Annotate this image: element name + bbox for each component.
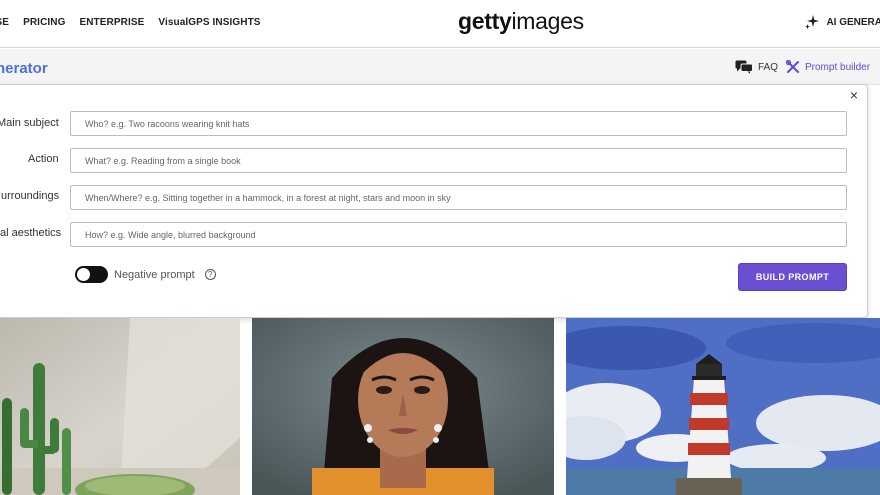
nav-link-pricing[interactable]: PRICING — [23, 17, 65, 28]
action-label: Action — [28, 153, 59, 165]
page-title: nerator — [0, 60, 48, 77]
faq-link[interactable]: FAQ — [735, 60, 778, 74]
cactus-illustration — [0, 318, 240, 495]
getty-images-logo[interactable]: gettyimages — [458, 8, 584, 35]
tools-icon — [786, 60, 799, 73]
main-subject-input[interactable] — [70, 111, 847, 136]
cactus-image[interactable] — [0, 318, 240, 495]
lighthouse-image[interactable] — [566, 318, 880, 495]
woman-portrait-image[interactable] — [252, 318, 554, 495]
prompt-builder-link[interactable]: Prompt builder — [786, 60, 870, 74]
surroundings-label: urroundings — [1, 190, 60, 202]
negative-prompt-toggle[interactable] — [75, 266, 108, 283]
nav-links: WSE PRICING ENTERPRISE VisualGPS INSIGHT… — [0, 17, 261, 28]
toggle-knob — [77, 268, 90, 281]
portrait-illustration — [252, 318, 554, 495]
surroundings-input[interactable] — [70, 185, 847, 210]
faq-label: FAQ — [758, 61, 779, 73]
chat-bubbles-icon — [735, 60, 753, 74]
main-subject-label: Main subject — [0, 117, 59, 129]
ai-generator-link[interactable]: AI GENERA — [804, 14, 880, 30]
ai-generator-label: AI GENERA — [826, 16, 880, 28]
nav-link-browse[interactable]: WSE — [0, 17, 9, 28]
prompt-builder-panel: × Main subject Action urroundings al aes… — [0, 84, 868, 318]
negative-prompt-control: Negative prompt ? — [75, 266, 216, 283]
nav-link-enterprise[interactable]: ENTERPRISE — [79, 17, 144, 28]
top-navigation: WSE PRICING ENTERPRISE VisualGPS INSIGHT… — [0, 0, 880, 48]
lighthouse-illustration — [566, 318, 880, 495]
logo-bold-text: getty — [458, 8, 512, 34]
negative-prompt-label: Negative prompt — [114, 268, 195, 281]
prompt-builder-label: Prompt builder — [805, 61, 871, 73]
aesthetics-label: al aesthetics — [0, 227, 62, 239]
action-input[interactable] — [70, 148, 847, 173]
aesthetics-input[interactable] — [70, 222, 847, 247]
build-prompt-button[interactable]: BUILD PROMPT — [738, 263, 847, 291]
generator-subheader: nerator FAQ Prompt builder — [0, 49, 880, 85]
logo-light-text: images — [511, 8, 584, 34]
nav-link-visualgps[interactable]: VisualGPS INSIGHTS — [158, 17, 260, 28]
help-icon[interactable]: ? — [204, 269, 216, 280]
close-icon[interactable]: × — [847, 88, 861, 102]
sparkle-icon — [805, 15, 820, 30]
